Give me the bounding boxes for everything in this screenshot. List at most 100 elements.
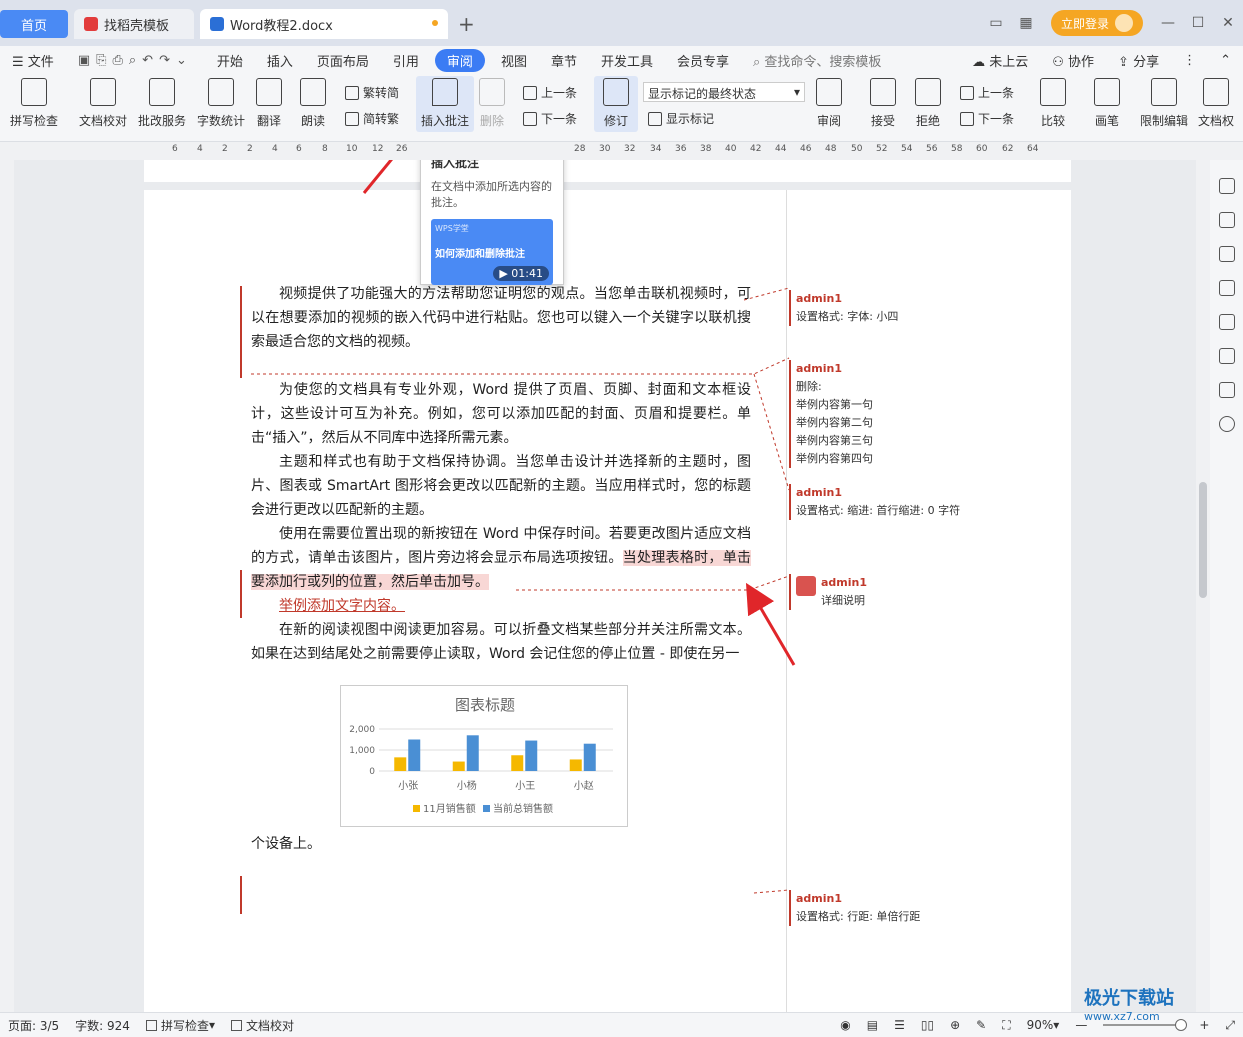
write-view-icon[interactable]: ✎ — [976, 1018, 986, 1032]
word-count-icon — [208, 78, 234, 106]
ruler-tick-label: 32 — [624, 144, 636, 154]
delete-label: 删除 — [479, 114, 504, 128]
menu-start[interactable]: 开始 — [205, 51, 255, 70]
prev-change-button[interactable]: 上一条 — [960, 84, 1014, 101]
ruler-tick-label: 62 — [1002, 144, 1014, 154]
menu-member[interactable]: 会员专享 — [665, 51, 741, 70]
pen-button[interactable]: 画笔 — [1094, 78, 1120, 129]
fit-page-icon[interactable]: ⛶ — [1002, 1018, 1010, 1033]
accept-button[interactable]: 接受 — [870, 78, 896, 129]
menu-reference[interactable]: 引用 — [381, 51, 431, 70]
book-icon[interactable] — [1218, 382, 1235, 398]
ruler-tick-label: 28 — [574, 144, 586, 154]
menu-review[interactable]: 审阅 — [434, 48, 485, 72]
proofread-button[interactable]: 文档校对 — [79, 78, 127, 129]
close-button[interactable]: ✕ — [1213, 15, 1243, 31]
markup-state-select[interactable]: 显示标记的最终状态 ▾ — [643, 82, 805, 102]
cloud-button[interactable]: ☁ 未上云 — [960, 51, 1040, 70]
batch-service-button[interactable]: 批改服务 — [138, 78, 186, 129]
pen-label: 画笔 — [1094, 114, 1119, 128]
reject-button[interactable]: 拒绝 — [915, 78, 941, 129]
collapse-ribbon-icon[interactable]: ⌃ — [1208, 53, 1243, 68]
ruler-tick-label: 42 — [750, 144, 762, 154]
proofread-icon — [90, 78, 116, 106]
vertical-ruler[interactable] — [0, 160, 14, 1012]
translate-label: 翻译 — [256, 114, 281, 128]
translate-button[interactable]: 翻译 — [256, 78, 282, 129]
ruler-tick-label: 12 — [372, 144, 384, 154]
image-icon[interactable] — [1218, 314, 1235, 330]
read-view-icon[interactable]: ▯▯ — [921, 1018, 934, 1032]
edit-icon[interactable] — [1218, 212, 1235, 228]
menu-layout[interactable]: 页面布局 — [305, 51, 381, 70]
settings-slider-icon[interactable] — [1218, 280, 1235, 296]
ruler-tick-label: 46 — [800, 144, 812, 154]
cloud-label: 未上云 — [989, 54, 1029, 70]
tab-home[interactable]: 首页 — [0, 10, 68, 38]
word-count[interactable]: 字数: 924 — [75, 1017, 130, 1034]
tab-template[interactable]: 找稻壳模板 — [74, 9, 194, 39]
menu-devtools[interactable]: 开发工具 — [589, 51, 665, 70]
eye-protect-icon[interactable]: ◉ — [840, 1018, 850, 1032]
zoom-in-button[interactable]: + — [1199, 1018, 1209, 1032]
translate-icon — [256, 78, 282, 106]
search-box[interactable]: ⌕ 查找命令、搜索模板 — [741, 51, 893, 70]
reject-icon — [915, 78, 941, 106]
restrict-edit-button[interactable]: 限制编辑 — [1140, 78, 1188, 129]
menu-file[interactable]: ☰ 文件 — [0, 51, 66, 70]
fullscreen-icon[interactable]: ⤢ — [1225, 1018, 1235, 1033]
delete-comment-button[interactable]: 删除 — [479, 78, 505, 129]
insert-comment-button[interactable]: 插入批注 — [416, 76, 474, 132]
maximize-button[interactable]: ☐ — [1183, 15, 1213, 31]
zoom-slider-handle[interactable] — [1175, 1019, 1188, 1031]
collab-button[interactable]: ⚇ 协作 — [1040, 51, 1106, 70]
quick-access-icons[interactable]: ▣⎘⎙⌕↶↷⌄ — [66, 53, 205, 68]
layout-icon[interactable]: ▭ — [981, 15, 1011, 31]
zoom-level[interactable]: 90% ▾ — [1027, 1018, 1060, 1032]
login-label: 立即登录 — [1060, 16, 1109, 31]
share-button[interactable]: ⇪ 分享 — [1106, 51, 1171, 70]
select-cursor-icon[interactable] — [1218, 246, 1235, 262]
t2s-button[interactable]: 繁转简 — [345, 84, 399, 101]
help-icon[interactable] — [1218, 416, 1235, 432]
review-pane-button[interactable]: 审阅 — [816, 78, 842, 129]
read-aloud-button[interactable]: 朗读 — [300, 78, 326, 129]
menu-chapter[interactable]: 章节 — [539, 51, 589, 70]
watermark-name: 极光下载站 — [1084, 988, 1174, 1009]
compare-button[interactable]: 比较 — [1040, 78, 1066, 129]
outline-view-icon[interactable]: ☰ — [894, 1018, 905, 1032]
more-icon[interactable]: ⋮ — [1171, 53, 1208, 68]
zoom-slider[interactable] — [1103, 1019, 1188, 1031]
style-icon[interactable] — [1218, 178, 1235, 194]
login-button[interactable]: 立即登录 — [1050, 10, 1143, 36]
page-view-icon[interactable]: ▤ — [867, 1018, 878, 1032]
s2t-button[interactable]: 简转繁 — [345, 110, 399, 127]
grid-icon[interactable]: ▦ — [1011, 15, 1041, 31]
tab-document[interactable]: Word教程2.docx — [200, 9, 448, 39]
vertical-scrollbar[interactable] — [1196, 160, 1210, 1012]
revise-button[interactable]: 修订 — [594, 76, 638, 132]
delete-comment-icon — [479, 78, 505, 106]
menu-file-label: 文件 — [27, 54, 54, 70]
page-indicator[interactable]: 页面: 3/5 — [8, 1017, 59, 1034]
ruler-tick-label: 2 — [222, 144, 228, 154]
prev-comment-button[interactable]: 上一条 — [523, 84, 577, 101]
menu-view[interactable]: 视图 — [489, 51, 539, 70]
new-tab-button[interactable]: + — [458, 12, 475, 36]
spell-check-button[interactable]: 拼写检查 — [10, 78, 58, 129]
word-count-button[interactable]: 字数统计 — [197, 78, 245, 129]
scrollbar-thumb[interactable] — [1199, 482, 1207, 598]
web-view-icon[interactable]: ⊕ — [950, 1018, 960, 1032]
next-change-button[interactable]: 下一条 — [960, 110, 1014, 127]
minimize-button[interactable]: — — [1153, 15, 1183, 31]
status-proofread[interactable]: 文档校对 — [230, 1017, 294, 1034]
show-marks-icon — [648, 111, 662, 126]
doc-permission-button[interactable]: 文档权 — [1198, 78, 1234, 129]
menu-insert[interactable]: 插入 — [255, 51, 305, 70]
location-icon[interactable] — [1218, 348, 1235, 364]
horizontal-ruler[interactable]: 6 4 2 2 4 6 8 10 12 26 28 30 32 34 36 38 40 42 44 46 48 50 52 5… — [0, 142, 1243, 160]
show-marks-button[interactable]: 显示标记 — [648, 110, 714, 127]
next-comment-button[interactable]: 下一条 — [523, 110, 577, 127]
right-tool-panel — [1210, 160, 1243, 1012]
status-spell-check[interactable]: 拼写检查 ▾ — [145, 1017, 215, 1034]
